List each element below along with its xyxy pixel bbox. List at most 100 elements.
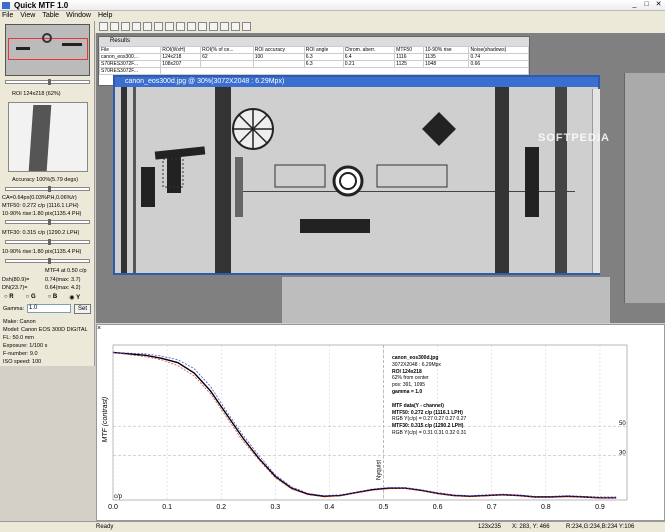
menu-view[interactable]: View: [20, 11, 35, 21]
edge-icon[interactable]: [176, 22, 185, 31]
table-row[interactable]: S70RES3072F... 108x207 6.3 0.21 1125 1048 0.66: [98, 60, 529, 68]
menu-file[interactable]: File: [2, 11, 13, 21]
col-roi-pct[interactable]: ROI(% of ce...: [200, 46, 254, 54]
gamma-input[interactable]: 1.0: [27, 304, 71, 313]
open-icon[interactable]: [99, 22, 108, 31]
channel-radio-group: ○ R ○ G ○ B ◉ Y: [4, 294, 80, 301]
zoom-slider[interactable]: [5, 79, 90, 85]
zoom-in-icon[interactable]: [132, 22, 141, 31]
menu-table[interactable]: Table: [42, 11, 59, 21]
set-button[interactable]: Set: [74, 304, 91, 314]
col-angle[interactable]: ROI angle: [303, 46, 344, 54]
x-tick-label: 0.5: [379, 504, 389, 511]
radio-b[interactable]: ○ B: [48, 294, 58, 301]
window-controls: _ □ ✕: [630, 1, 663, 9]
fl-info: FL: 50.0 mm: [3, 335, 34, 341]
line-icon[interactable]: [187, 22, 196, 31]
accuracy-slider[interactable]: [5, 186, 90, 192]
mtf-series-2: [112, 352, 617, 498]
cp-label: c/p: [114, 494, 123, 500]
col-accuracy[interactable]: ROI accuracy: [252, 46, 305, 54]
mtf4-slider[interactable]: [5, 258, 90, 264]
menu-bar: File View Table Window Help: [0, 11, 665, 21]
chart-legend: canon_eos300d.jpg 3072X2048 : 6.29Mpx RO…: [392, 355, 466, 437]
x-tick-label: 0.6: [433, 504, 443, 511]
col-chrom[interactable]: Chrom. aberr.: [342, 46, 396, 54]
image-window-title: canon_eos300d.jpg @ 30%(3072X2048 : 6.29…: [115, 77, 598, 87]
status-ready: Ready: [96, 524, 114, 530]
thumb-bar: [16, 47, 30, 50]
dsh-label: Dsh(80.9)=: [2, 277, 30, 283]
image-scrollbar[interactable]: [592, 89, 600, 273]
results-table: File ROI(WxH) ROI(% of ce... ROI accuracy RO…: [98, 46, 529, 75]
col-file[interactable]: File: [98, 46, 162, 54]
app-icon: [2, 2, 10, 9]
col-noise[interactable]: Noise(shadows): [468, 46, 529, 54]
menu-help[interactable]: Help: [98, 11, 112, 21]
legend-mtf-title: MTF data(Y - channel): [392, 402, 444, 409]
mtf50-readout: MTF50: 0.272 c/p (1116.1 LPH): [2, 203, 79, 209]
maximize-icon[interactable]: □: [642, 1, 651, 9]
results-title: Results: [99, 37, 529, 46]
mtf30-readout: MTF30: 0.315 c/p (1290.2 LPH): [2, 230, 80, 236]
legend-file: canon_eos300d.jpg: [392, 355, 439, 361]
close-icon[interactable]: ✕: [654, 1, 663, 9]
x-tick-label: 0.0: [108, 504, 118, 511]
legend-gamma: gamma = 1.0: [392, 388, 423, 395]
legend-pos: pos: 391, 1095: [392, 382, 426, 389]
x-tick-label: 0.1: [162, 504, 172, 511]
plot-frame: [112, 344, 628, 501]
thumbnail-preview[interactable]: [5, 24, 90, 76]
zoom-out-icon[interactable]: [143, 22, 152, 31]
radio-g[interactable]: ○ G: [26, 294, 36, 301]
print-icon[interactable]: [121, 22, 130, 31]
menu-window[interactable]: Window: [66, 11, 91, 21]
test-chart-image[interactable]: [115, 87, 598, 273]
legend-size: 3072X2048 : 6.29Mpx: [392, 361, 441, 368]
copy-icon[interactable]: [220, 22, 229, 31]
image-window: canon_eos300d.jpg @ 30%(3072X2048 : 6.29…: [113, 75, 600, 275]
mtf-chart: 0.0 0.1 0.2 0.3 0.4 0.5 0.6 0.7 0.8 0.9 Nyquist 50 3…: [102, 344, 628, 511]
table-row[interactable]: S70RES3072F...: [98, 67, 529, 75]
table-row[interactable]: canon_eos300... 124x218 62 100 6.3 6.4 1116 113…: [98, 53, 529, 61]
save-icon[interactable]: [110, 22, 119, 31]
table-icon[interactable]: [209, 22, 218, 31]
col-rise[interactable]: 10-90% rise: [422, 46, 470, 54]
x-tick-label: 0.7: [487, 504, 497, 511]
mtf30-slider[interactable]: [5, 219, 90, 225]
col-roi[interactable]: ROI(WxH): [160, 46, 202, 54]
dn-label: DN(23.7)=: [2, 285, 28, 291]
nyquist-label: Nyquist: [377, 460, 383, 480]
settings-icon[interactable]: [231, 22, 240, 31]
fit-icon[interactable]: [154, 22, 163, 31]
chart-icon[interactable]: [198, 22, 207, 31]
legend-mtf30-rgb: RGB Y(c/p) = 0.31 0.31 0.32 0.31: [392, 429, 467, 436]
status-rgb: R:234,G:234,B:234 Y:106: [566, 524, 635, 530]
roi-edge: [28, 105, 52, 171]
rise2-readout: 10-90% rise:1.80 pix(1135.4 PH): [2, 249, 82, 255]
legend-mtf50-rgb: RGB Y(c/p) = 0.27 0.27 0.27 0.27: [392, 416, 467, 423]
minimize-icon[interactable]: _: [630, 1, 639, 9]
mtf-chart-window: × 0.0 0.1 0.2 0.3 0.4 0.5 0.6 0.7 0.8 0.9 Nyquist 5…: [96, 324, 665, 521]
col-mtf50[interactable]: MTF50: [394, 46, 424, 54]
x-tick-label: 0.9: [595, 504, 605, 511]
accuracy-label: Accuracy 100%(5.79 degs): [12, 177, 79, 183]
make-info: Make: Canon: [3, 319, 36, 325]
radio-y[interactable]: ◉ Y: [69, 294, 80, 301]
radio-r[interactable]: ○ R: [4, 294, 14, 301]
model-info: Model: Canon EOS 300D DIGITAL: [3, 327, 88, 333]
dn-value: 0.64(max: 4.2): [45, 285, 81, 291]
tool-icon[interactable]: [242, 22, 251, 31]
x-tick-label: 0.8: [541, 504, 551, 511]
roi-icon[interactable]: [165, 22, 174, 31]
y-axis-label: MTF (contrast): [102, 397, 109, 443]
test-chart-svg: [115, 87, 598, 273]
rise-slider[interactable]: [5, 239, 90, 245]
left-panel: ROI 124x218 (62%) Accuracy 100%(5.79 deg…: [0, 21, 95, 366]
legend-center: 62% from center: [392, 375, 429, 382]
status-xy: X: 283, Y: 466: [512, 524, 550, 530]
roi-label: ROI 124x218 (62%): [12, 91, 61, 97]
background-image-window: [282, 277, 610, 323]
rise-readout: 10-90% rise:1.80 pix(1135.4 PH): [2, 211, 82, 217]
iso-info: ISO speed: 100: [3, 359, 42, 365]
